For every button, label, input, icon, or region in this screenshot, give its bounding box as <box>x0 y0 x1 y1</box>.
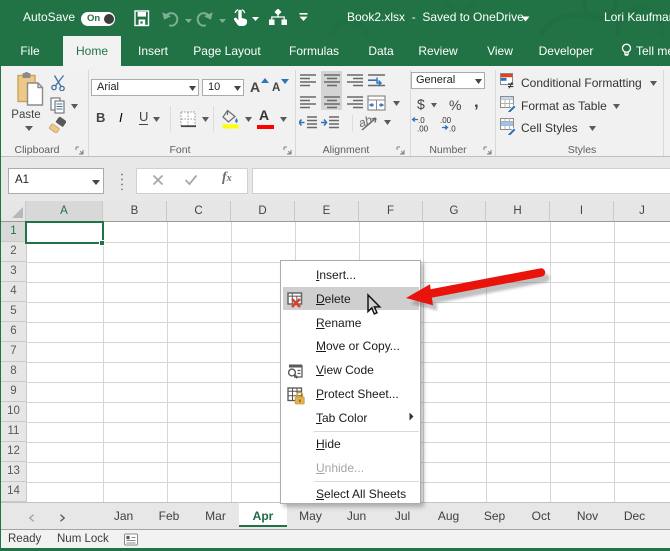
svg-text:≠: ≠ <box>508 81 514 90</box>
svg-text:.00: .00 <box>417 125 429 133</box>
svg-text:.0: .0 <box>449 125 456 133</box>
